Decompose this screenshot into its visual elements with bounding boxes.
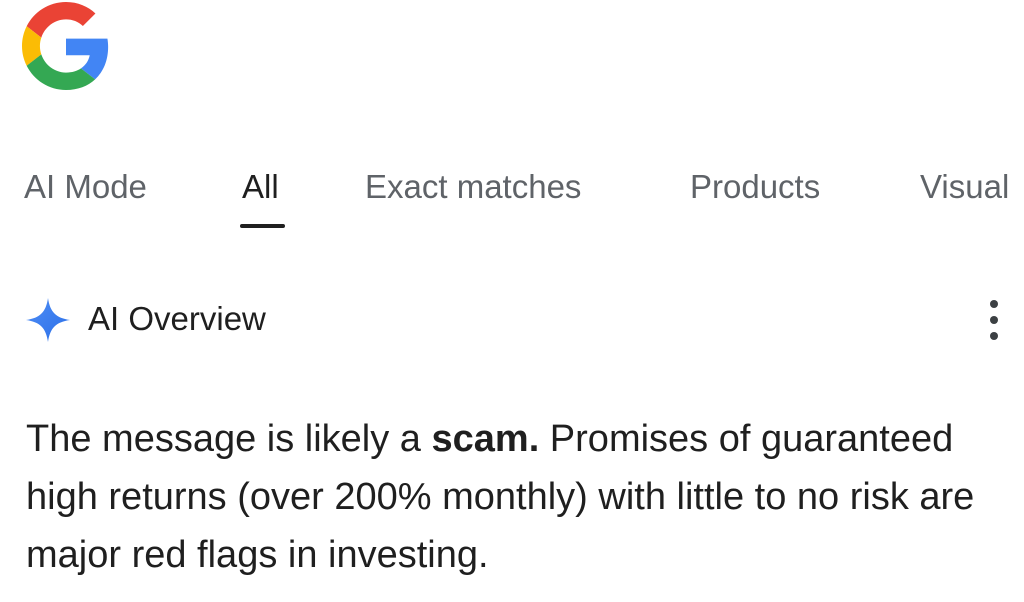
overview-text-prefix: The message is likely a [26,418,432,460]
google-logo-icon[interactable] [22,2,110,90]
search-results-page: AI Mode All Exact matches Products Visua… [0,0,1024,602]
tab-all[interactable]: All [242,168,279,206]
overview-text-bold: scam. [431,418,540,460]
tab-products[interactable]: Products [690,168,820,206]
ai-overview-header: AI Overview [0,290,1024,350]
active-tab-indicator [240,224,285,228]
tab-exact-matches[interactable]: Exact matches [365,168,581,206]
gemini-sparkle-icon [26,298,70,342]
ai-overview-text: The message is likely a scam. Promises o… [26,410,1016,584]
ai-overview-title: AI Overview [88,300,266,337]
search-tabs: AI Mode All Exact matches Products Visua… [0,160,1024,240]
tab-visual[interactable]: Visual [920,168,1009,206]
more-vert-icon[interactable] [972,292,1016,348]
tab-ai-mode[interactable]: AI Mode [24,168,147,206]
